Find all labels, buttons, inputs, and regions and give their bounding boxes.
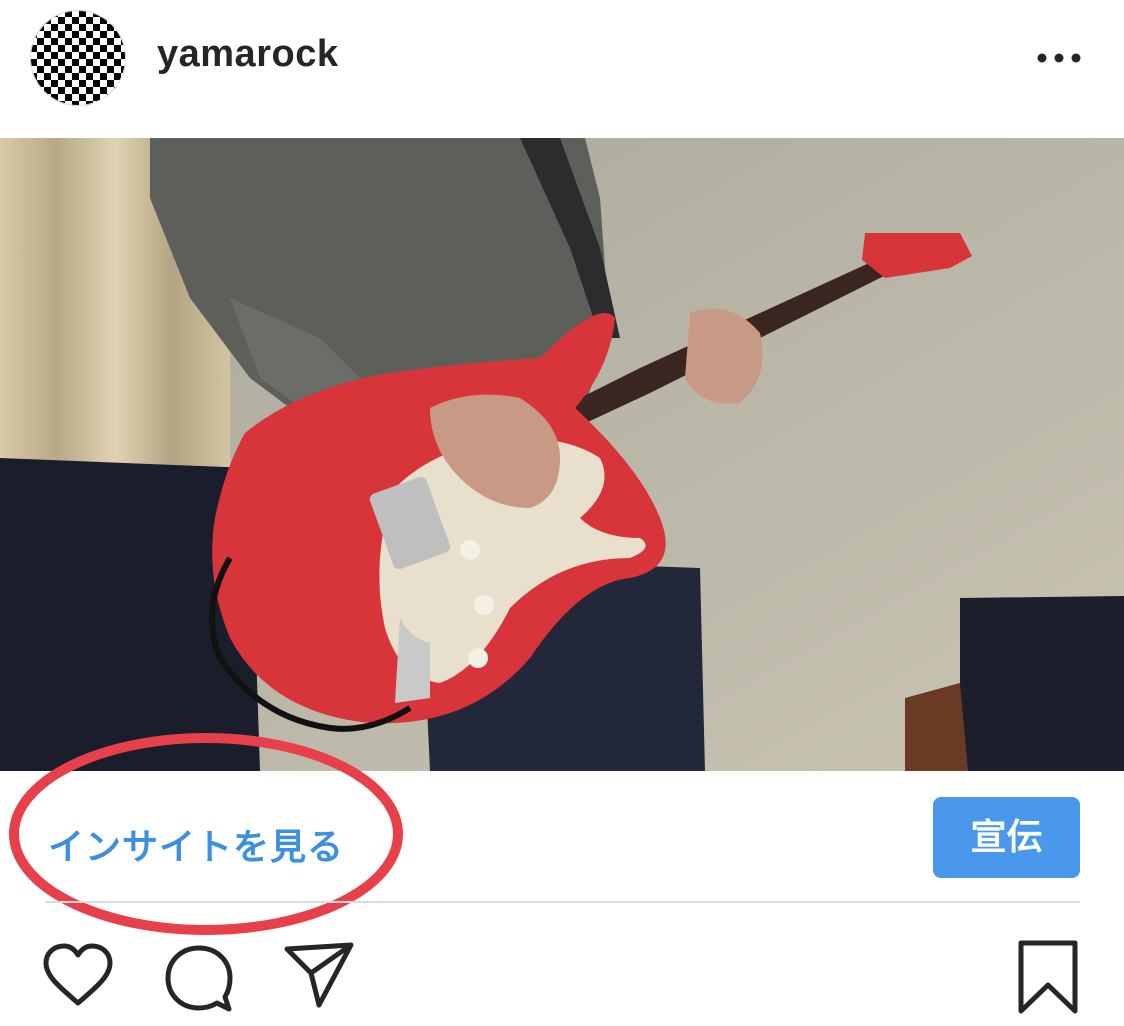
divider [45,901,1080,903]
username[interactable]: yamarock [157,33,338,76]
send-icon[interactable] [283,941,355,1009]
more-options-icon[interactable] [1034,48,1084,68]
bookmark-icon[interactable] [1016,939,1080,1015]
post-icon-bar [0,935,1124,1026]
promote-button[interactable]: 宣伝 [933,797,1080,878]
view-insights-link[interactable]: インサイトを見る [48,818,344,870]
post-video[interactable] [0,138,1124,771]
post-header: yamarock [0,0,1124,138]
post-action-row: インサイトを見る 宣伝 [0,733,1124,935]
avatar[interactable] [30,10,126,106]
guitar-player-illustration [0,138,1124,771]
comment-icon[interactable] [163,943,235,1015]
heart-icon[interactable] [42,943,114,1007]
